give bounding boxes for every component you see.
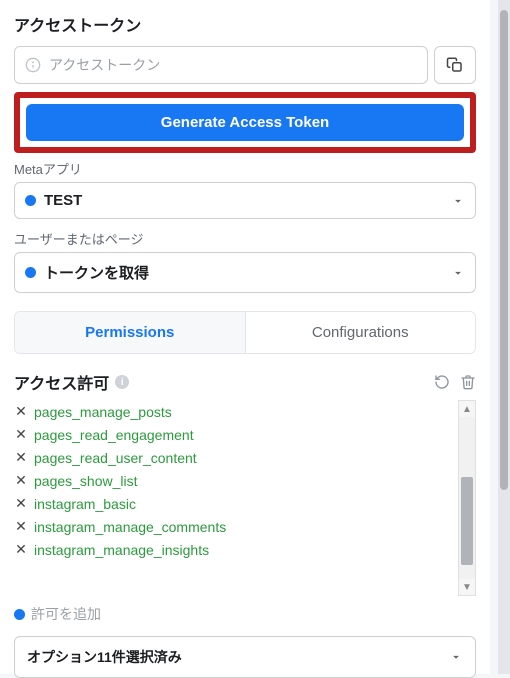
status-dot-icon <box>14 609 25 620</box>
remove-permission-button[interactable]: ✕ <box>14 403 28 420</box>
token-input-container <box>14 46 428 84</box>
remove-permission-button[interactable]: ✕ <box>14 495 28 512</box>
meta-app-label: Metaアプリ <box>14 159 476 178</box>
permission-name: pages_read_user_content <box>34 450 197 466</box>
remove-permission-button[interactable]: ✕ <box>14 449 28 466</box>
remove-permission-button[interactable]: ✕ <box>14 518 28 535</box>
permission-item: ✕ instagram_basic <box>14 492 456 515</box>
page-scrollbar[interactable] <box>498 0 510 674</box>
permission-name: pages_show_list <box>34 473 138 489</box>
permission-item: ✕ instagram_manage_insights <box>14 538 456 561</box>
permission-item: ✕ instagram_manage_comments <box>14 515 456 538</box>
copy-icon <box>446 56 464 74</box>
info-icon: i <box>115 375 129 389</box>
user-page-value: トークンを取得 <box>44 262 443 283</box>
info-icon <box>25 57 41 73</box>
chevron-down-icon <box>449 650 463 664</box>
copy-button[interactable] <box>434 46 476 84</box>
meta-app-select[interactable]: TEST <box>14 182 476 219</box>
tab-configurations[interactable]: Configurations <box>246 312 476 353</box>
scroll-up-icon[interactable]: ▲ <box>459 401 475 417</box>
permission-name: pages_manage_posts <box>34 404 172 420</box>
permission-item: ✕ pages_show_list <box>14 469 456 492</box>
status-dot-icon <box>25 195 36 206</box>
permissions-title: アクセス許可 <box>14 370 109 394</box>
status-dot-icon <box>25 267 36 278</box>
permission-name: instagram_basic <box>34 496 136 512</box>
undo-button[interactable] <box>434 374 450 390</box>
tabs: Permissions Configurations <box>14 311 476 354</box>
section-title: アクセストークン <box>14 12 476 36</box>
access-token-input[interactable] <box>49 57 417 73</box>
meta-app-value: TEST <box>44 192 443 209</box>
permission-name: pages_read_engagement <box>34 427 194 443</box>
options-select-label: オプション11件選択済み <box>27 647 182 667</box>
permission-item: ✕ pages_manage_posts <box>14 400 456 423</box>
add-permission-input[interactable]: 許可を追加 <box>31 604 101 624</box>
permission-name: instagram_manage_comments <box>34 519 226 535</box>
options-select[interactable]: オプション11件選択済み <box>14 636 476 678</box>
scroll-thumb[interactable] <box>500 10 508 490</box>
generate-access-token-button[interactable]: Generate Access Token <box>26 104 464 141</box>
scroll-down-icon[interactable]: ▼ <box>459 579 475 595</box>
user-page-label: ユーザーまたはページ <box>14 229 476 248</box>
trash-button[interactable] <box>460 374 476 390</box>
permission-name: instagram_manage_insights <box>34 542 209 558</box>
chevron-down-icon <box>451 194 465 208</box>
remove-permission-button[interactable]: ✕ <box>14 541 28 558</box>
permissions-scrollbar[interactable]: ▲ ▼ <box>458 400 476 596</box>
permission-item: ✕ pages_read_user_content <box>14 446 456 469</box>
user-page-select[interactable]: トークンを取得 <box>14 252 476 293</box>
scroll-thumb[interactable] <box>461 477 473 565</box>
chevron-down-icon <box>451 266 465 280</box>
remove-permission-button[interactable]: ✕ <box>14 426 28 443</box>
highlight-box: Generate Access Token <box>14 92 476 153</box>
tab-permissions[interactable]: Permissions <box>15 312 246 353</box>
remove-permission-button[interactable]: ✕ <box>14 472 28 489</box>
permission-item: ✕ pages_read_engagement <box>14 423 456 446</box>
